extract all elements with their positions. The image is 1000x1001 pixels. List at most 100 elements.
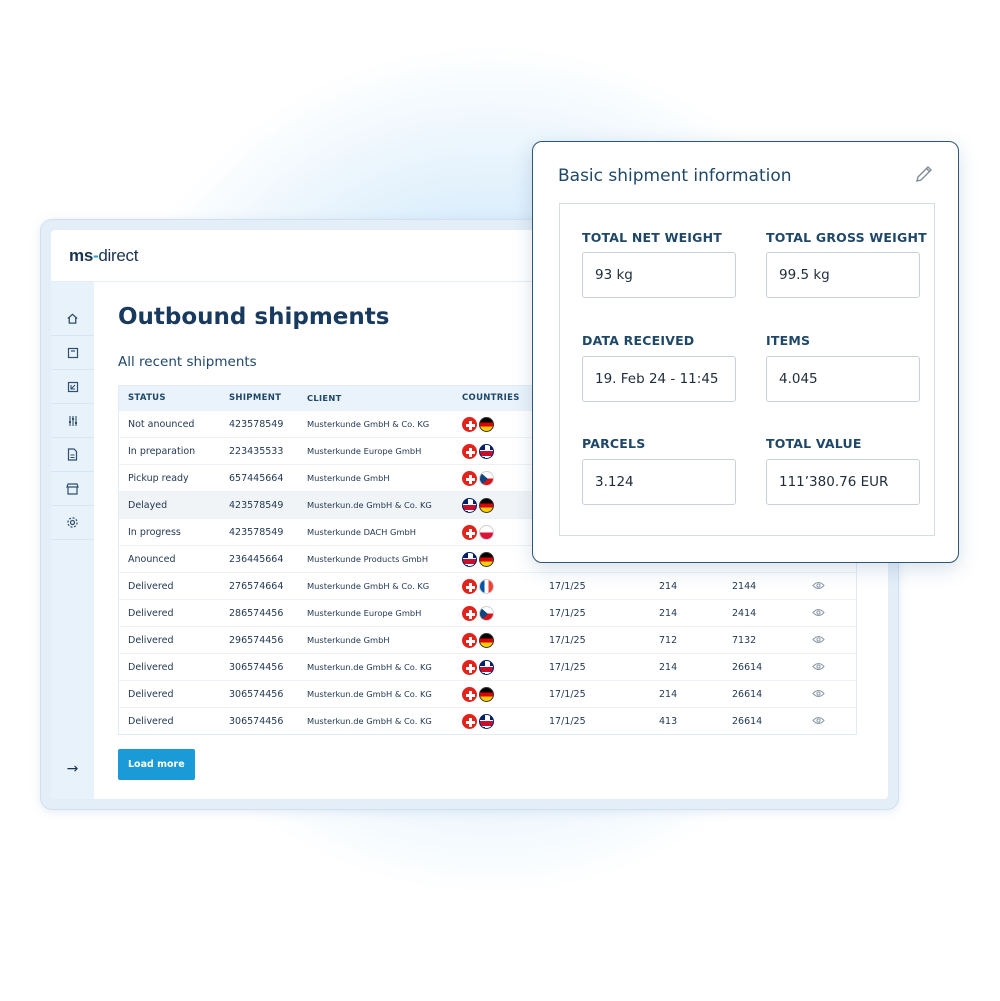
flag-fr-icon bbox=[479, 578, 494, 594]
flag-gb-icon bbox=[462, 551, 477, 567]
status-cell: In preparation bbox=[128, 445, 196, 457]
shipment-cell: 423578549 bbox=[229, 526, 284, 538]
eye-icon[interactable] bbox=[812, 580, 852, 593]
sliders-icon[interactable] bbox=[51, 404, 94, 438]
date-cell: 17/1/25 bbox=[549, 715, 586, 727]
flag-gb-icon bbox=[479, 659, 494, 675]
client-cell: Musterkunde Products GmbH bbox=[307, 554, 429, 564]
return-icon[interactable] bbox=[51, 370, 94, 404]
status-cell: Pickup ready bbox=[128, 472, 189, 484]
parcels-cell: 712 bbox=[659, 634, 678, 646]
status-cell: Delivered bbox=[128, 607, 174, 619]
flag-ch-icon bbox=[462, 578, 477, 594]
flag-gb-icon bbox=[479, 443, 494, 459]
header-client[interactable]: CLIENT bbox=[307, 393, 462, 403]
flag-de-icon bbox=[479, 416, 494, 432]
shipment-cell: 306574456 bbox=[229, 661, 284, 673]
flag-ch-icon bbox=[462, 443, 477, 459]
date-cell: 17/1/25 bbox=[549, 634, 586, 646]
shipment-info-card: Basic shipment information TOTAL NET WEI… bbox=[532, 141, 959, 563]
shipment-cell: 296574456 bbox=[229, 634, 284, 646]
shipment-cell: 236445664 bbox=[229, 553, 284, 565]
flag-ch-icon bbox=[462, 470, 477, 486]
eye-icon[interactable] bbox=[812, 607, 852, 620]
arrow-right-icon[interactable]: → bbox=[51, 761, 94, 777]
table-row[interactable]: Delivered 306574456 Musterkun.de GmbH & Co… bbox=[119, 680, 856, 707]
countries-cell bbox=[462, 713, 549, 729]
items-cell: 26614 bbox=[732, 715, 763, 727]
items-field[interactable]: 4.045 bbox=[766, 356, 920, 402]
status-cell: Delivered bbox=[128, 661, 174, 673]
shipment-cell: 276574664 bbox=[229, 580, 284, 592]
total-value-label: TOTAL VALUE bbox=[766, 436, 862, 451]
flag-de-icon bbox=[479, 686, 494, 702]
shipment-cell: 286574456 bbox=[229, 607, 284, 619]
shipment-cell: 306574456 bbox=[229, 688, 284, 700]
header-shipment[interactable]: SHIPMENT bbox=[229, 393, 307, 403]
flag-ch-icon bbox=[462, 686, 477, 702]
status-cell: Delivered bbox=[128, 688, 174, 700]
countries-cell bbox=[462, 659, 549, 675]
table-row[interactable]: Delivered 306574456 Musterkun.de GmbH & Co… bbox=[119, 653, 856, 680]
items-cell: 26614 bbox=[732, 661, 763, 673]
parcels-field[interactable]: 3.124 bbox=[582, 459, 736, 505]
status-cell: Delivered bbox=[128, 634, 174, 646]
shipment-cell: 306574456 bbox=[229, 715, 284, 727]
header-status[interactable]: STATUS bbox=[119, 393, 229, 403]
flag-de-icon bbox=[479, 632, 494, 648]
eye-icon[interactable] bbox=[812, 634, 852, 647]
gear-icon[interactable] bbox=[51, 506, 94, 540]
shipment-cell: 423578549 bbox=[229, 418, 284, 430]
data-received-field[interactable]: 19. Feb 24 - 11:45 bbox=[582, 356, 736, 402]
eye-icon[interactable] bbox=[812, 661, 852, 674]
table-row[interactable]: Delivered 296574456 Musterkunde GmbH 17/1/2… bbox=[119, 626, 856, 653]
box-icon[interactable] bbox=[51, 336, 94, 370]
countries-cell bbox=[462, 605, 549, 621]
eye-icon[interactable] bbox=[812, 688, 852, 701]
table-row[interactable]: Delivered 306574456 Musterkun.de GmbH & Co… bbox=[119, 707, 856, 734]
load-more-button[interactable]: Load more bbox=[118, 749, 195, 780]
flag-ch-icon bbox=[462, 605, 477, 621]
countries-cell bbox=[462, 578, 549, 594]
pencil-icon[interactable] bbox=[914, 164, 934, 189]
flag-cz-icon bbox=[479, 605, 494, 621]
logo[interactable]: ms-direct bbox=[69, 246, 138, 266]
sidebar: → bbox=[51, 282, 94, 799]
store-icon[interactable] bbox=[51, 472, 94, 506]
client-cell: Musterkunde GmbH bbox=[307, 473, 390, 483]
gross-weight-field[interactable]: 99.5 kg bbox=[766, 252, 920, 298]
status-cell: In progress bbox=[128, 526, 181, 538]
client-cell: Musterkun.de GmbH & Co. KG bbox=[307, 662, 432, 672]
section-subtitle: All recent shipments bbox=[118, 354, 257, 370]
client-cell: Musterkunde GmbH & Co. KG bbox=[307, 581, 430, 591]
gross-weight-label: TOTAL GROSS WEIGHT bbox=[766, 230, 927, 245]
status-cell: Delivered bbox=[128, 580, 174, 592]
shipment-cell: 657445664 bbox=[229, 472, 284, 484]
parcels-cell: 214 bbox=[659, 661, 678, 673]
parcels-cell: 413 bbox=[659, 715, 678, 727]
card-title: Basic shipment information bbox=[558, 166, 792, 186]
items-cell: 2414 bbox=[732, 607, 757, 619]
items-label: ITEMS bbox=[766, 333, 811, 348]
flag-ch-icon bbox=[462, 659, 477, 675]
flag-ch-icon bbox=[462, 524, 477, 540]
net-weight-field[interactable]: 93 kg bbox=[582, 252, 736, 298]
table-row[interactable]: Delivered 276574664 Musterkunde GmbH & Co.… bbox=[119, 572, 856, 599]
status-cell: Not anounced bbox=[128, 418, 195, 430]
client-cell: Musterkunde GmbH & Co. KG bbox=[307, 419, 430, 429]
date-cell: 17/1/25 bbox=[549, 688, 586, 700]
parcels-label: PARCELS bbox=[582, 436, 646, 451]
total-value-field[interactable]: 111’380.76 EUR bbox=[766, 459, 920, 505]
document-icon[interactable] bbox=[51, 438, 94, 472]
card-fields: TOTAL NET WEIGHT 93 kg TOTAL GROSS WEIGH… bbox=[559, 203, 935, 536]
home-icon[interactable] bbox=[51, 302, 94, 336]
countries-cell bbox=[462, 632, 549, 648]
date-cell: 17/1/25 bbox=[549, 580, 586, 592]
date-cell: 17/1/25 bbox=[549, 607, 586, 619]
eye-icon[interactable] bbox=[812, 715, 852, 728]
table-row[interactable]: Delivered 286574456 Musterkunde Europe Gmb… bbox=[119, 599, 856, 626]
parcels-cell: 214 bbox=[659, 607, 678, 619]
status-cell: Delivered bbox=[128, 715, 174, 727]
flag-pl-icon bbox=[479, 524, 494, 540]
items-cell: 26614 bbox=[732, 688, 763, 700]
